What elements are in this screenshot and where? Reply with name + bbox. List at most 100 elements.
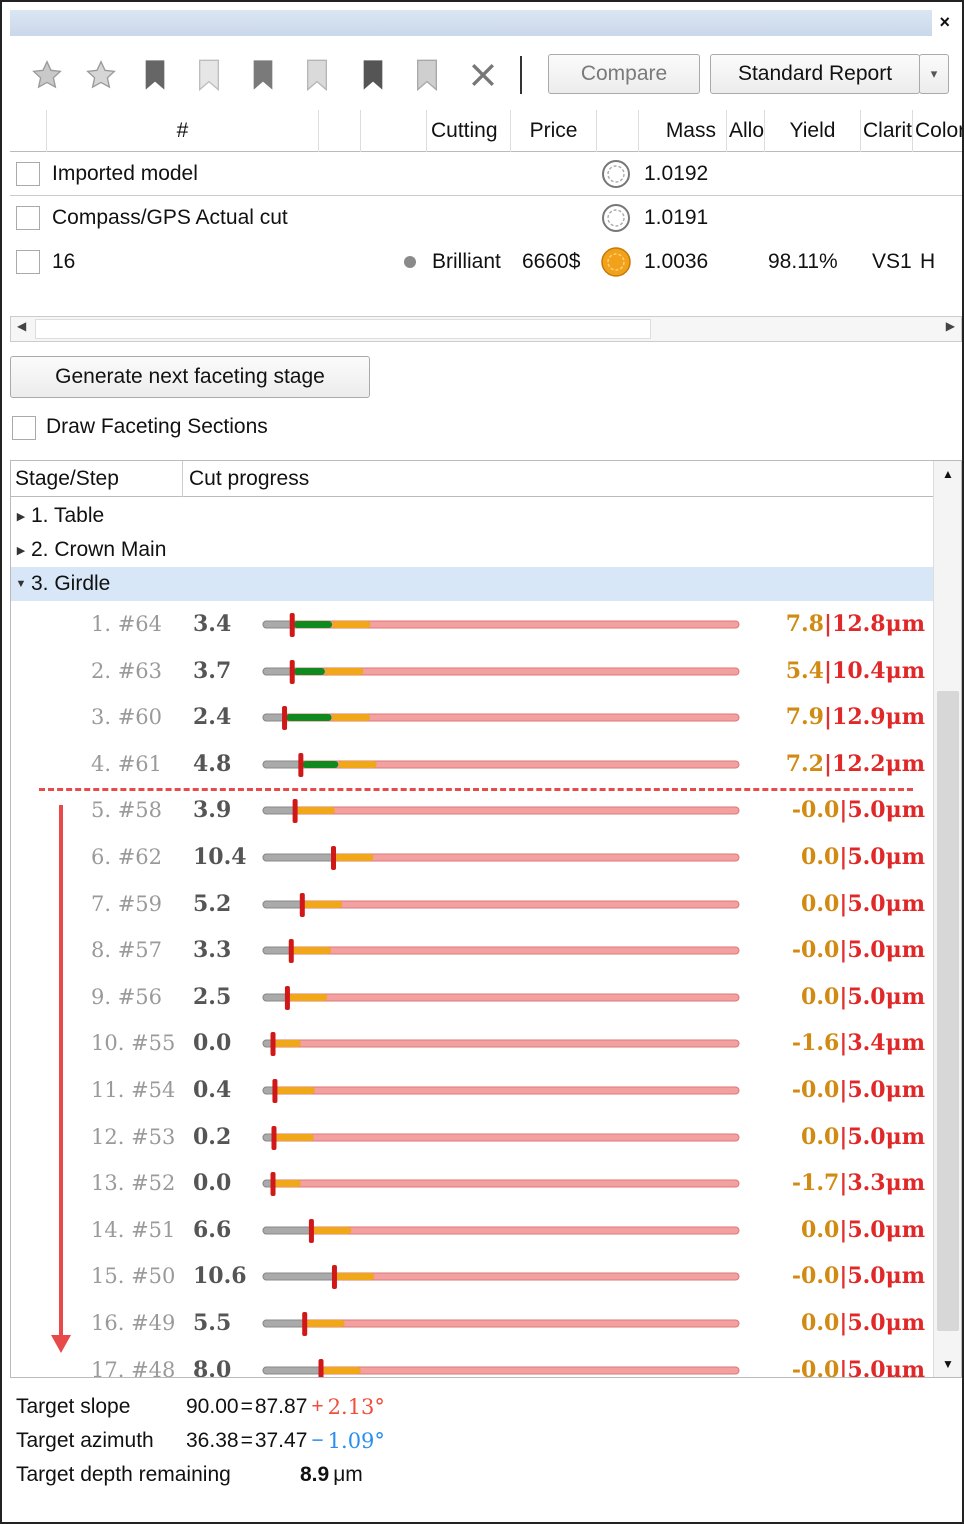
step-value: 6.6 (193, 1216, 232, 1243)
column-header-progress[interactable]: Cut progress (189, 461, 309, 497)
scroll-right-icon[interactable]: ▶ (946, 319, 955, 333)
target-depth-label: Target depth remaining (16, 1463, 231, 1486)
scroll-down-icon[interactable]: ▼ (942, 1357, 954, 1371)
expand-icon[interactable]: ▶ (11, 544, 31, 557)
step-row[interactable]: 17. #48 8.0 -0.0|5.0μm (11, 1349, 933, 1377)
row-checkbox[interactable] (16, 250, 40, 274)
step-row[interactable]: 12. #53 0.2 0.0|5.0μm (11, 1116, 933, 1162)
bookmark-outline-icon[interactable] (192, 58, 226, 92)
close-window-button[interactable]: × (939, 11, 950, 33)
column-header-blank[interactable] (360, 110, 426, 152)
step-row[interactable]: 13. #52 0.0 -1.7|3.3μm (11, 1162, 933, 1208)
horizontal-scrollbar[interactable]: ◀ ▶ (10, 316, 962, 342)
step-row[interactable]: 2. #63 3.7 5.4|10.4μm (11, 650, 933, 696)
tolerance-segment (274, 1180, 301, 1188)
scroll-up-icon[interactable]: ▲ (942, 467, 954, 481)
step-row[interactable]: 14. #51 6.6 0.0|5.0μm (11, 1209, 933, 1255)
target-depth-value: 8.9 (300, 1463, 330, 1486)
cut-progress-bar (262, 892, 740, 917)
generate-next-stage-button[interactable]: Generate next faceting stage (10, 356, 370, 398)
step-depth: -0.0|5.0μm (792, 937, 925, 963)
progress-marker (270, 1172, 276, 1197)
star-icon[interactable] (84, 58, 118, 92)
toolbar-separator (520, 56, 522, 94)
depth-target: 10.4 (832, 657, 886, 684)
step-depth: 0.0|5.0μm (801, 844, 925, 870)
depth-current: -1.6 (791, 1030, 840, 1057)
depth-unit: μm (885, 611, 925, 637)
table-row[interactable]: Compass/GPS Actual cut 1.0191 (10, 196, 962, 240)
target-azimuth-value: 36.38 (186, 1429, 239, 1452)
step-row[interactable]: 7. #59 5.2 0.0|5.0μm (11, 883, 933, 929)
progress-marker (289, 613, 295, 637)
tolerance-segment (322, 1366, 361, 1374)
table-row[interactable]: 16 Brilliant 6660$ 1.0036 98.11% VS1 H (10, 240, 962, 284)
azimuth-delta: 1.09° (327, 1429, 385, 1453)
scrollbar-thumb[interactable] (35, 319, 651, 339)
column-header-stage[interactable]: Stage/Step (15, 461, 183, 497)
step-row[interactable]: 1. #64 3.4 7.8|12.8μm (11, 603, 933, 649)
depth-current: -0.0 (791, 937, 840, 964)
column-header-allo[interactable]: Allo (726, 110, 764, 152)
bookmark-icon[interactable] (356, 58, 390, 92)
scrollbar-thumb[interactable] (937, 691, 959, 1331)
column-header-yield[interactable]: Yield (764, 110, 860, 152)
step-row[interactable]: 9. #56 2.5 0.0|5.0μm (11, 976, 933, 1022)
step-row[interactable]: 8. #57 3.3 -0.0|5.0μm (11, 929, 933, 975)
depth-target: 12.9 (832, 704, 886, 731)
depth-separator: | (824, 657, 833, 684)
bookmark-outline-icon[interactable] (410, 58, 444, 92)
column-header-mass[interactable]: Mass (638, 110, 726, 152)
row-checkbox[interactable] (16, 206, 40, 230)
report-dropdown-button[interactable]: ▾ (919, 54, 949, 94)
bookmark-outline-icon[interactable] (300, 58, 334, 92)
step-row[interactable]: 6. #62 10.4 0.0|5.0μm (11, 836, 933, 882)
step-row[interactable]: 3. #60 2.4 7.9|12.9μm (11, 696, 933, 742)
step-depth: 0.0|5.0μm (801, 1124, 925, 1150)
tolerance-segment (292, 947, 332, 955)
step-value: 10.6 (193, 1263, 247, 1290)
step-row[interactable]: 4. #61 4.8 7.2|12.2μm (11, 743, 933, 789)
progress-marker (270, 1032, 276, 1057)
row-name: 16 (52, 250, 76, 273)
slope-delta: 2.13° (327, 1395, 385, 1419)
column-header-clarity[interactable]: Clarity (860, 110, 912, 152)
row-checkbox[interactable] (16, 162, 40, 186)
table-row[interactable]: Imported model 1.0192 (10, 152, 962, 196)
step-row[interactable]: 11. #54 0.4 -0.0|5.0μm (11, 1069, 933, 1115)
star-icon[interactable] (30, 58, 64, 92)
stage-row[interactable]: ▶ 1. Table (11, 499, 933, 533)
depth-unit: μm (885, 1170, 925, 1197)
column-header-price[interactable]: Price (510, 110, 596, 152)
cut-segment (262, 853, 336, 862)
vertical-scrollbar[interactable]: ▲ ▼ (933, 461, 961, 1377)
column-header-blank[interactable] (318, 110, 360, 152)
stage-row[interactable]: ▼ 3. Girdle (11, 567, 933, 601)
direction-arrow (51, 805, 71, 1353)
step-row[interactable]: 16. #49 5.5 0.0|5.0μm (11, 1302, 933, 1348)
draw-sections-checkbox[interactable] (12, 416, 36, 440)
close-icon[interactable] (466, 58, 500, 92)
target-azimuth-label: Target azimuth (16, 1429, 154, 1452)
step-depth: -0.0|5.0μm (792, 1263, 925, 1289)
bookmark-icon[interactable] (246, 58, 280, 92)
target-info: Target slope 90.00 = 87.87 + 2.13° Targe… (16, 1390, 385, 1492)
step-value: 3.7 (193, 657, 232, 684)
cut-progress-bar (262, 1218, 740, 1243)
standard-report-button[interactable]: Standard Report (710, 54, 920, 94)
step-row[interactable]: 5. #58 3.9 -0.0|5.0μm (11, 789, 933, 835)
bookmark-icon[interactable] (138, 58, 172, 92)
step-row[interactable]: 15. #50 10.6 -0.0|5.0μm (11, 1255, 933, 1301)
column-header-blank[interactable] (596, 110, 638, 152)
step-row[interactable]: 10. #55 0.0 -1.6|3.4μm (11, 1022, 933, 1068)
step-value: 0.4 (193, 1077, 232, 1103)
column-header-cutting[interactable]: Cutting (426, 110, 510, 152)
collapse-icon[interactable]: ▼ (11, 578, 31, 590)
expand-icon[interactable]: ▶ (11, 510, 31, 523)
scroll-left-icon[interactable]: ◀ (17, 319, 26, 333)
depth-target: 5.0 (847, 890, 886, 917)
stage-row[interactable]: ▶ 2. Crown Main (11, 533, 933, 567)
column-header-number[interactable]: # (46, 110, 318, 152)
column-header-color[interactable]: Colorn (912, 110, 962, 152)
compare-button[interactable]: Compare (548, 54, 700, 94)
